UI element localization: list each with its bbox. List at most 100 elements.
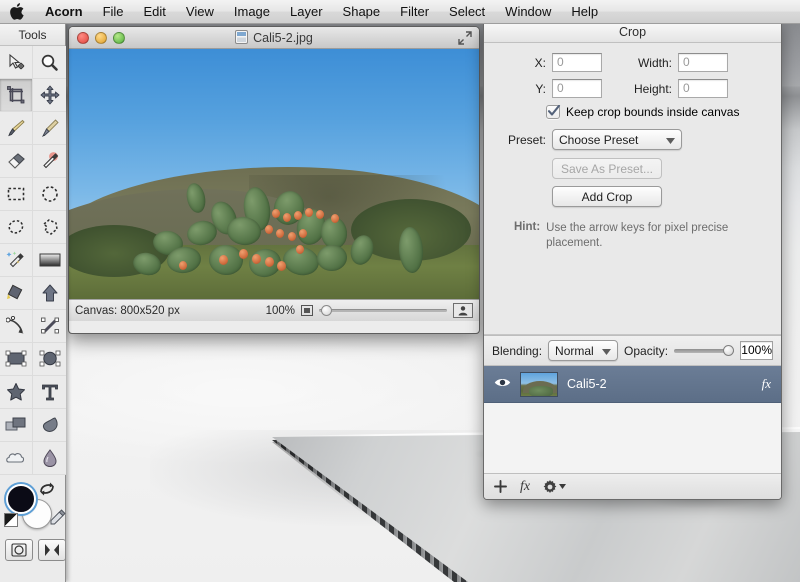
document-titlebar[interactable]: Cali5-2.jpg bbox=[69, 27, 479, 49]
bezier-path-tool[interactable] bbox=[0, 310, 33, 343]
cactus-fruit bbox=[283, 213, 291, 222]
color-profile-icon[interactable] bbox=[453, 303, 473, 318]
pan-move-tool[interactable] bbox=[33, 79, 66, 112]
keep-crop-bounds-checkbox[interactable] bbox=[546, 105, 561, 119]
chevron-down-icon bbox=[666, 133, 675, 147]
cactus-fruit bbox=[296, 245, 304, 254]
preset-label: Preset: bbox=[507, 132, 546, 147]
paint-bucket-tool[interactable] bbox=[0, 277, 33, 310]
polygon-selection-tool[interactable] bbox=[33, 211, 66, 244]
menu-item-edit[interactable]: Edit bbox=[134, 0, 176, 24]
layer-list: Cali5-2 fx bbox=[484, 365, 781, 474]
menu-item-acorn[interactable]: Acorn bbox=[35, 0, 93, 24]
screen-mode-button[interactable] bbox=[38, 539, 66, 561]
document-statusbar: Canvas: 800x520 px 100% bbox=[69, 299, 479, 321]
cactus-fruit bbox=[265, 257, 274, 267]
color-swatch-area bbox=[0, 479, 66, 537]
ellipse-shape-tool[interactable] bbox=[33, 343, 66, 376]
star-shape-tool[interactable] bbox=[0, 376, 33, 409]
add-layer-button[interactable] bbox=[494, 480, 507, 493]
fullscreen-arrows-icon[interactable] bbox=[458, 31, 472, 48]
menu-item-image[interactable]: Image bbox=[224, 0, 280, 24]
crop-x-width-row: X: 0 Width: 0 bbox=[484, 53, 781, 72]
hint-text: Use the arrow keys for pixel precise pla… bbox=[546, 222, 729, 249]
arrow-shape-tool[interactable] bbox=[33, 277, 66, 310]
blur-tool[interactable] bbox=[0, 442, 33, 475]
magic-wand-tool[interactable] bbox=[33, 145, 66, 178]
blending-bar: Blending: Normal Opacity: 100% bbox=[484, 335, 781, 365]
menu-item-file[interactable]: File bbox=[93, 0, 134, 24]
swap-colors-icon[interactable] bbox=[38, 481, 56, 500]
dodge-burn-tool[interactable] bbox=[33, 442, 66, 475]
inspector-title: Crop bbox=[484, 21, 781, 43]
menu-item-layer[interactable]: Layer bbox=[280, 0, 333, 24]
cactus-fruit bbox=[277, 261, 286, 271]
cactus-fruit bbox=[288, 232, 296, 241]
crop-height-input[interactable]: 0 bbox=[678, 79, 728, 98]
menu-item-filter[interactable]: Filter bbox=[390, 0, 439, 24]
hint-row: Hint: Use the arrow keys for pixel preci… bbox=[484, 221, 781, 251]
zoom-slider-track bbox=[319, 309, 447, 312]
close-button[interactable] bbox=[77, 31, 89, 44]
layer-effects-label: fx bbox=[520, 478, 531, 494]
menu-item-view[interactable]: View bbox=[176, 0, 224, 24]
fit-to-window-icon[interactable] bbox=[301, 305, 313, 316]
clone-stamp-tool[interactable] bbox=[0, 409, 33, 442]
cactus-fruit bbox=[219, 255, 228, 265]
elliptical-selection-tool[interactable] bbox=[33, 178, 66, 211]
pencil-tool[interactable] bbox=[33, 112, 66, 145]
line-shape-tool[interactable] bbox=[33, 310, 66, 343]
layer-toolbar: fx bbox=[484, 473, 781, 499]
eye-icon[interactable] bbox=[494, 377, 511, 391]
eyedropper-icon[interactable] bbox=[50, 509, 66, 528]
opacity-slider[interactable] bbox=[674, 345, 735, 357]
crop-tool[interactable] bbox=[0, 79, 33, 112]
minimize-button[interactable] bbox=[95, 31, 107, 44]
menu-item-help[interactable]: Help bbox=[561, 0, 608, 24]
paintbrush-tool[interactable] bbox=[0, 112, 33, 145]
menu-item-window[interactable]: Window bbox=[495, 0, 561, 24]
save-as-preset-button[interactable]: Save As Preset... bbox=[552, 158, 662, 179]
opacity-value-field[interactable]: 100% bbox=[740, 341, 773, 360]
canvas-area[interactable] bbox=[69, 49, 479, 299]
mask-mode-button[interactable] bbox=[5, 539, 33, 561]
crop-width-input[interactable]: 0 bbox=[678, 53, 728, 72]
chevron-down-icon bbox=[559, 484, 567, 489]
lasso-selection-tool[interactable] bbox=[0, 211, 33, 244]
zoom-slider-knob[interactable] bbox=[321, 305, 332, 316]
cactus-fruit bbox=[316, 210, 324, 219]
add-crop-button[interactable]: Add Crop bbox=[552, 186, 662, 207]
foreground-color-swatch[interactable] bbox=[6, 484, 36, 514]
zoom-tool[interactable] bbox=[33, 46, 66, 79]
blending-mode-dropdown[interactable]: Normal bbox=[548, 340, 619, 361]
cactus-fruit bbox=[252, 254, 261, 264]
menu-item-select[interactable]: Select bbox=[439, 0, 495, 24]
gradient-tool[interactable] bbox=[33, 244, 66, 277]
zoom-slider[interactable] bbox=[319, 305, 447, 317]
rectangle-shape-tool[interactable] bbox=[0, 343, 33, 376]
eraser-tool[interactable] bbox=[0, 145, 33, 178]
opacity-slider-knob[interactable] bbox=[723, 345, 735, 356]
layer-thumbnail bbox=[520, 371, 558, 397]
rectangular-selection-tool[interactable] bbox=[0, 178, 33, 211]
choose-preset-dropdown[interactable]: Choose Preset bbox=[552, 129, 682, 150]
cactus-fruit bbox=[331, 214, 339, 223]
smudge-tool[interactable] bbox=[33, 409, 66, 442]
cactus-fruit bbox=[276, 229, 284, 238]
apple-logo-icon[interactable] bbox=[9, 3, 25, 21]
crop-y-input[interactable]: 0 bbox=[552, 79, 602, 98]
zoom-button[interactable] bbox=[113, 31, 125, 44]
keep-bounds-row[interactable]: Keep crop bounds inside canvas bbox=[546, 105, 781, 119]
sparkle-wand-tool[interactable] bbox=[0, 244, 33, 277]
layer-row[interactable]: Cali5-2 fx bbox=[484, 366, 781, 403]
menu-bar: Acorn File Edit View Image Layer Shape F… bbox=[0, 0, 800, 24]
default-colors-icon[interactable] bbox=[4, 513, 18, 527]
layer-fx-indicator[interactable]: fx bbox=[762, 376, 771, 392]
crop-x-input[interactable]: 0 bbox=[552, 53, 602, 72]
layer-settings-button[interactable] bbox=[543, 479, 567, 494]
menu-item-shape[interactable]: Shape bbox=[333, 0, 391, 24]
move-selection-tool[interactable] bbox=[0, 46, 33, 79]
canvas-size-label: Canvas: 800x520 px bbox=[75, 304, 180, 317]
text-tool[interactable] bbox=[33, 376, 66, 409]
layer-effects-button[interactable]: fx bbox=[520, 479, 530, 495]
